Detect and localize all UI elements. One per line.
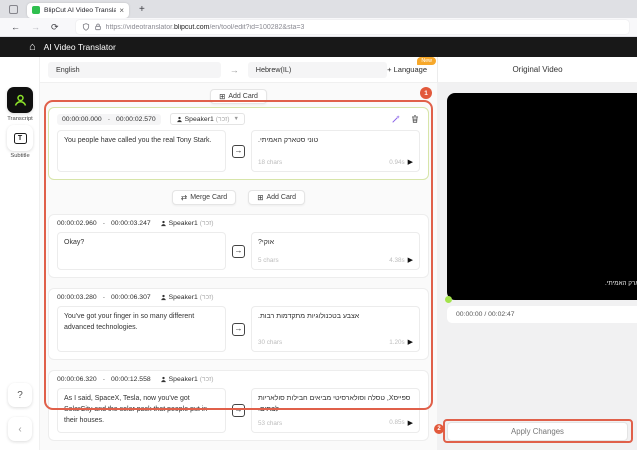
- tab-title: BlipCut AI Video Translator - Fi: [44, 7, 116, 14]
- transcript-card[interactable]: 00:00:03.280-00:00:06.307 Speaker1(זכר) …: [48, 288, 429, 360]
- trash-icon[interactable]: [410, 114, 420, 124]
- source-text-box[interactable]: You people have called you the real Tony…: [57, 130, 226, 172]
- apply-changes-button[interactable]: Apply Changes: [447, 422, 628, 441]
- chevron-down-icon: ▼: [234, 116, 239, 122]
- browser-tab[interactable]: BlipCut AI Video Translator - Fi ×: [27, 3, 129, 18]
- tab-close-icon[interactable]: ×: [119, 6, 124, 15]
- progress-handle[interactable]: [445, 296, 452, 303]
- speaker-label: Speaker1(זכר): [160, 376, 214, 383]
- video-player[interactable]: אתה טוני סטארק האמיתי.: [447, 93, 637, 300]
- target-text-box[interactable]: ספייסX, טסלה וסולארסיטי מביאים חבילות סו…: [251, 388, 420, 433]
- speaker-select[interactable]: Speaker1 (זכר) ▼: [170, 113, 245, 125]
- shield-icon[interactable]: [82, 23, 90, 31]
- add-card-button[interactable]: ⊞ Add Card: [248, 190, 305, 205]
- app-header: ⌂ AI Video Translator: [0, 37, 637, 57]
- transcript-card[interactable]: 00:00:00.000 - 00:00:02.570 Speaker1 (זכ…: [48, 107, 429, 180]
- timestamp-range: 00:00:02.960-00:00:03.247: [57, 220, 151, 227]
- forward-icon[interactable]: →: [31, 22, 40, 32]
- annotation-badge-1: 1: [420, 87, 432, 99]
- source-text-box[interactable]: As I said, SpaceX, Tesla, now you've got…: [57, 388, 226, 433]
- start-time: 00:00:00.000: [62, 116, 102, 123]
- duration: 0.94s: [389, 159, 404, 166]
- char-count: 30 chars: [258, 339, 282, 346]
- source-language-select[interactable]: English: [48, 62, 221, 78]
- add-card-top-button[interactable]: ⊞ Add Card: [210, 89, 267, 104]
- duration: 4.38s: [389, 257, 404, 264]
- app-window: BlipCut AI Video Translator - Fi × + ← →…: [0, 0, 637, 450]
- transfer-arrow-button[interactable]: →: [232, 145, 245, 158]
- url-field[interactable]: https://videotranslator.blipcut.com/en/t…: [76, 20, 629, 34]
- char-count: 5 chars: [258, 257, 279, 264]
- merge-card-button[interactable]: ⇄ Merge Card: [172, 190, 236, 205]
- target-language-select[interactable]: Hebrew(IL): [248, 62, 387, 78]
- source-text-box[interactable]: Okay?: [57, 232, 226, 270]
- play-icon[interactable]: ▶: [408, 158, 413, 166]
- timestamp-range: 00:00:03.280-00:00:06.307: [57, 294, 151, 301]
- person-icon: [160, 294, 167, 301]
- page-title: AI Video Translator: [44, 42, 116, 52]
- home-icon[interactable]: ⌂: [29, 42, 36, 53]
- sidebar-label-transcript: Transcript: [0, 116, 40, 122]
- person-icon: [160, 220, 167, 227]
- video-time-bar: 00:00:00 / 00:02:47: [447, 306, 637, 323]
- annotation-badge-2: 2: [434, 424, 444, 434]
- person-icon: [176, 116, 183, 123]
- back-icon[interactable]: ←: [11, 22, 20, 32]
- transcript-panel: ⊞ Add Card 00:00:00.000 - 00:00:02.570 S…: [40, 83, 437, 450]
- browser-tab-bar: BlipCut AI Video Translator - Fi × +: [0, 0, 637, 18]
- transcript-card[interactable]: 00:00:02.960-00:00:03.247 Speaker1(זכר) …: [48, 214, 429, 278]
- timestamp-range[interactable]: 00:00:00.000 - 00:00:02.570: [57, 114, 161, 125]
- add-card-icon: ⊞: [257, 193, 263, 202]
- url-text: https://videotranslator.blipcut.com/en/t…: [106, 24, 305, 31]
- collapse-button[interactable]: ‹: [8, 417, 32, 441]
- browser-url-bar: ← → ⟳ https://videotranslator.blipcut.co…: [0, 18, 637, 37]
- duration: 0.85s: [389, 419, 404, 426]
- play-icon[interactable]: ▶: [408, 419, 413, 427]
- original-video-header: Original Video: [437, 57, 637, 83]
- language-bar: English → Hebrew(IL) + LanguageNew: [40, 57, 437, 83]
- speaker-label: Speaker1(זכר): [160, 220, 214, 227]
- language-arrow-icon: →: [230, 65, 239, 75]
- subtitle-icon: T: [14, 133, 27, 144]
- firefox-view-icon[interactable]: [9, 5, 18, 14]
- source-text-box[interactable]: You've got your finger in so many differ…: [57, 306, 226, 352]
- person-icon: [160, 376, 167, 383]
- char-count: 18 chars: [258, 159, 282, 166]
- lock-icon[interactable]: [94, 23, 102, 31]
- sidebar-item-subtitle[interactable]: T: [7, 125, 33, 151]
- play-icon[interactable]: ▶: [408, 338, 413, 346]
- merge-icon: ⇄: [181, 193, 187, 202]
- transfer-arrow-button[interactable]: →: [232, 323, 245, 336]
- left-sidebar: Transcript T Subtitle ? ‹: [0, 57, 40, 450]
- play-icon[interactable]: ▶: [408, 256, 413, 264]
- transcript-card[interactable]: 00:00:06.320-00:00:12.558 Speaker1(זכר) …: [48, 370, 429, 441]
- add-card-icon: ⊞: [219, 92, 225, 101]
- sidebar-label-subtitle: Subtitle: [0, 153, 40, 159]
- video-subtitle-overlay: אתה טוני סטארק האמיתי.: [605, 280, 637, 287]
- video-time: 00:00:00 / 00:02:47: [456, 311, 515, 318]
- reload-icon[interactable]: ⟳: [51, 22, 59, 33]
- add-language-button[interactable]: + LanguageNew: [387, 65, 427, 74]
- transcript-icon: [13, 93, 28, 108]
- speaker-label: Speaker1(זכר): [160, 294, 214, 301]
- duration: 1.20s: [389, 339, 404, 346]
- sidebar-item-transcript[interactable]: [7, 87, 33, 113]
- blipcut-favicon: [32, 6, 40, 14]
- video-panel: אתה טוני סטארק האמיתי. 00:00:00 / 00:02:…: [437, 83, 637, 450]
- new-badge: New: [417, 57, 436, 65]
- magic-wand-icon[interactable]: [391, 114, 401, 124]
- new-tab-button[interactable]: +: [139, 4, 145, 15]
- help-button[interactable]: ?: [8, 383, 32, 407]
- transfer-arrow-button[interactable]: →: [232, 404, 245, 417]
- target-text-box[interactable]: אצבע בטכנולוגיות מתקדמות רבות. 30 chars …: [251, 306, 420, 352]
- char-count: 53 chars: [258, 420, 282, 427]
- end-time: 00:00:02.570: [116, 116, 156, 123]
- target-text[interactable]: טוני סטארק האמיתי.: [258, 136, 413, 147]
- transfer-arrow-button[interactable]: →: [232, 245, 245, 258]
- target-text-box[interactable]: אוקי? 5 chars 4.38s▶: [251, 232, 420, 270]
- timestamp-range: 00:00:06.320-00:00:12.558: [57, 376, 151, 383]
- target-text-box[interactable]: טוני סטארק האמיתי. 18 chars 0.94s ▶: [251, 130, 420, 172]
